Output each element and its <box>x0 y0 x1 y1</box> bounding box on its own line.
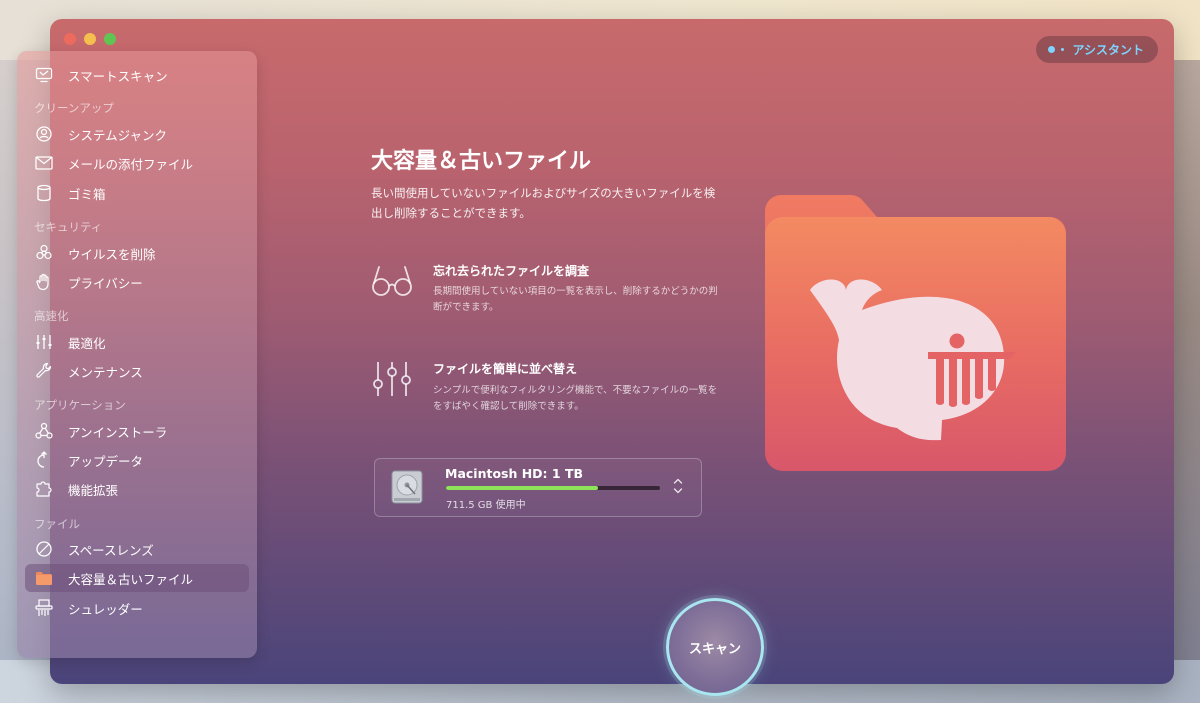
scan-button[interactable]: スキャン <box>666 598 764 696</box>
sidebar-item-trash[interactable]: ゴミ箱 <box>25 179 249 207</box>
wrench-icon <box>34 361 54 381</box>
glasses-icon <box>371 263 413 301</box>
sidebar-item-maintenance[interactable]: メンテナンス <box>25 357 249 385</box>
sidebar-item-label: メールの添付ファイル <box>68 156 194 172</box>
system-junk-icon <box>34 124 54 144</box>
disk-used-label: 711.5 GB 使用中 <box>446 500 526 511</box>
sidebar-item-label: メンテナンス <box>68 364 143 380</box>
sidebar-section-applications: アプリケーション <box>34 398 126 412</box>
folder-icon <box>34 568 54 588</box>
sidebar-item-privacy[interactable]: プライバシー <box>25 268 249 296</box>
disk-usage-bar <box>446 486 660 490</box>
trash-icon <box>34 183 54 203</box>
sidebar-item-label: アンインストーラ <box>68 424 168 440</box>
sidebar-item-optimization[interactable]: 最適化 <box>25 328 249 356</box>
space-lens-icon <box>34 539 54 559</box>
zoom-window-button[interactable] <box>104 33 116 45</box>
sidebar-item-label: 大容量＆古いファイル <box>68 571 194 587</box>
sidebar-item-mail-attachments[interactable]: メールの添付ファイル <box>25 149 249 177</box>
sidebar-item-extensions[interactable]: 機能拡張 <box>25 475 249 503</box>
puzzle-icon <box>34 479 54 499</box>
assistant-label: アシスタント <box>1072 43 1144 57</box>
hand-icon <box>34 272 54 292</box>
feature-title-investigate: 忘れ去られたファイルを調査 <box>433 264 590 278</box>
large-old-files-illustration <box>763 193 1068 477</box>
sidebar: スマートスキャン クリーンアップ システムジャンク メールの添付ファイル ゴミ箱… <box>17 51 257 658</box>
minimize-window-button[interactable] <box>84 33 96 45</box>
window-controls <box>64 33 116 45</box>
sidebar-section-security: セキュリティ <box>34 220 103 234</box>
mail-icon <box>34 153 54 173</box>
sidebar-item-label: ゴミ箱 <box>68 186 106 202</box>
disk-name: Macintosh HD: 1 TB <box>445 466 584 481</box>
sidebar-item-shredder[interactable]: シュレッダー <box>25 594 249 622</box>
sidebar-item-label: ウイルスを削除 <box>68 246 156 262</box>
scan-button-label: スキャン <box>688 641 741 657</box>
sidebar-item-label: スマートスキャン <box>68 68 168 84</box>
sidebar-item-label: システムジャンク <box>68 127 168 143</box>
disk-selector[interactable]: Macintosh HD: 1 TB 711.5 GB 使用中 <box>374 458 702 517</box>
close-window-button[interactable] <box>64 33 76 45</box>
sidebar-section-files: ファイル <box>34 517 80 531</box>
monitor-scan-icon <box>34 65 54 85</box>
sliders-icon <box>372 360 412 402</box>
assistant-dot-icon <box>1048 46 1056 53</box>
sidebar-item-system-junk[interactable]: システムジャンク <box>25 120 249 148</box>
sidebar-item-label: 最適化 <box>68 335 106 351</box>
page-description: 長い間使用していないファイルおよびサイズの大きいファイルを検出し削除することがで… <box>371 186 716 220</box>
feature-desc-sort: シンプルで便利なフィルタリング機能で、不要なファイルの一覧ををすばやく確認して削… <box>433 385 718 412</box>
chevron-updown-icon[interactable] <box>673 477 683 499</box>
sidebar-item-label: 機能拡張 <box>68 482 119 498</box>
feature-title-sort: ファイルを簡単に並べ替え <box>433 362 578 376</box>
disk-usage-fill <box>446 486 598 490</box>
sidebar-section-speed: 高速化 <box>34 309 69 323</box>
assistant-dot-small-icon <box>1061 48 1065 51</box>
sidebar-item-updater[interactable]: アップデータ <box>25 446 249 474</box>
sidebar-item-smart-scan[interactable]: スマートスキャン <box>25 61 249 89</box>
equalizer-icon <box>34 332 54 352</box>
sidebar-item-label: シュレッダー <box>68 601 143 617</box>
assistant-button[interactable]: アシスタント <box>1036 36 1158 63</box>
sidebar-item-label: アップデータ <box>68 453 144 469</box>
sidebar-item-remove-virus[interactable]: ウイルスを削除 <box>25 239 249 267</box>
sidebar-section-cleanup: クリーンアップ <box>34 101 114 115</box>
page-title: 大容量＆古いファイル <box>371 149 592 174</box>
updater-icon <box>34 450 54 470</box>
uninstaller-icon <box>34 421 54 441</box>
hard-drive-icon <box>390 469 424 509</box>
sidebar-item-large-old-files[interactable]: 大容量＆古いファイル <box>25 564 249 592</box>
sidebar-item-label: スペースレンズ <box>68 542 154 558</box>
feature-desc-investigate: 長期間使用していない項目の一覧を表示し、削除するかどうかの判断ができます。 <box>433 286 718 313</box>
sidebar-item-space-lens[interactable]: スペースレンズ <box>25 535 249 563</box>
biohazard-icon <box>34 243 54 263</box>
sidebar-item-label: プライバシー <box>68 275 143 291</box>
shredder-icon <box>34 598 54 618</box>
sidebar-item-uninstaller[interactable]: アンインストーラ <box>25 417 249 445</box>
